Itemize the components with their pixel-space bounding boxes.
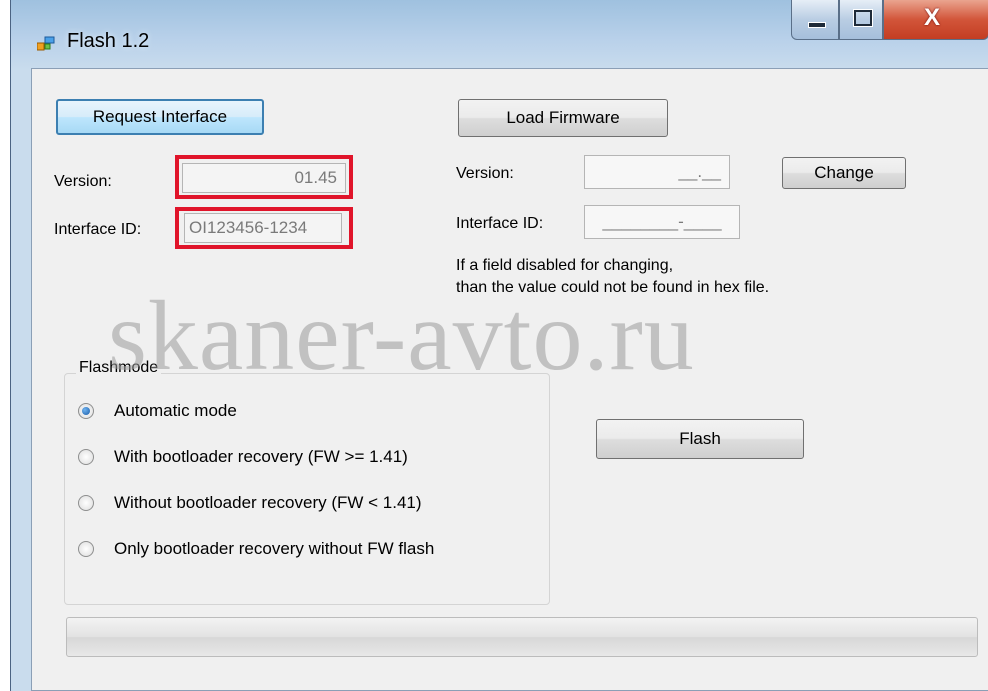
radio-button[interactable] [78,495,94,511]
fw-interface-id-label: Interface ID: [456,215,544,232]
window-title: Flash 1.2 [67,30,150,52]
change-button[interactable]: Change [782,157,906,189]
radio-button[interactable] [78,449,94,465]
app-icon [37,36,55,51]
radio-label: Automatic mode [114,401,237,420]
fw-version-label: Version: [456,165,514,182]
minimize-button[interactable] [791,0,839,40]
fw-version-field[interactable]: __.__ [584,155,730,189]
fw-interface-id-field[interactable]: ________-____ [584,205,740,239]
radio-without-bootloader-recovery[interactable]: Without bootloader recovery (FW < 1.41) [78,489,422,517]
minimize-icon [808,22,826,28]
watermark-text: skaner-avto.ru [108,280,695,391]
close-icon: X [924,4,941,31]
load-firmware-button[interactable]: Load Firmware [458,99,668,137]
interface-id-label: Interface ID: [54,221,142,238]
version-highlight [175,155,353,199]
radio-only-bootloader-recovery[interactable]: Only bootloader recovery without FW flas… [78,535,434,563]
radio-button[interactable] [78,541,94,557]
close-button[interactable]: X [883,0,988,40]
radio-button-selected[interactable] [78,403,94,419]
title-bar[interactable]: Flash 1.2 X [11,0,988,68]
hex-note-line1: If a field disabled for changing, [456,257,674,274]
radio-label: With bootloader recovery (FW >= 1.41) [114,447,408,466]
radio-label: Without bootloader recovery (FW < 1.41) [114,493,422,512]
radio-with-bootloader-recovery[interactable]: With bootloader recovery (FW >= 1.41) [78,443,408,471]
version-label: Version: [54,173,112,190]
flash-button[interactable]: Flash [596,419,804,459]
radio-automatic-mode[interactable]: Automatic mode [78,397,237,425]
interface-id-highlight [175,207,353,249]
progress-bar [66,617,978,657]
radio-label: Only bootloader recovery without FW flas… [114,539,435,558]
maximize-button[interactable] [839,0,883,40]
request-interface-button[interactable]: Request Interface [56,99,264,135]
maximize-icon [854,10,872,26]
